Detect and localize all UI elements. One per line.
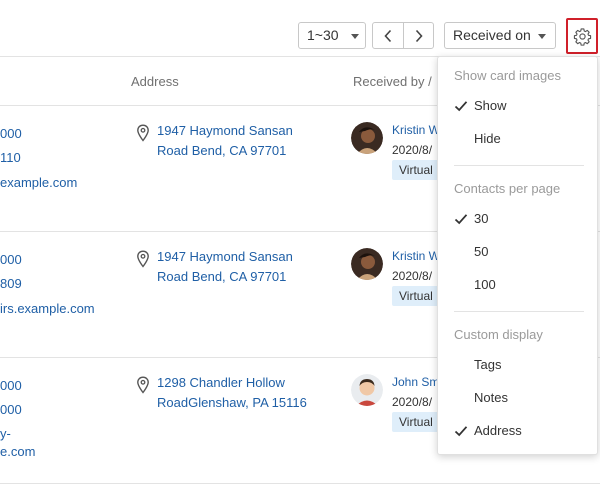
chevron-right-icon (415, 29, 423, 42)
email-link[interactable]: e.com (0, 444, 35, 459)
page-range-label: 1~30 (307, 27, 339, 43)
chevron-left-icon (384, 29, 392, 42)
phone-link[interactable]: 000 (0, 252, 22, 267)
phone-link[interactable]: 110 (0, 150, 21, 165)
menu-item-notes[interactable]: Notes (438, 386, 597, 414)
avatar (351, 374, 383, 406)
phone-link[interactable]: 809 (0, 276, 22, 291)
menu-item-50[interactable]: 50 (438, 240, 597, 268)
receiver-name-link[interactable]: Kristin W (392, 123, 440, 137)
received-date: 2020/8/ (392, 395, 433, 409)
pagination-nav (372, 22, 434, 49)
checkmark-icon (454, 214, 468, 225)
address-line[interactable]: 1298 Chandler Hollow (157, 373, 285, 393)
menu-item-show[interactable]: Show (438, 94, 597, 122)
previous-page-button[interactable] (373, 23, 403, 48)
menu-item-tags[interactable]: Tags (438, 353, 597, 381)
divider (0, 483, 600, 484)
settings-button[interactable] (566, 18, 598, 54)
menu-item-hide[interactable]: Hide (438, 127, 597, 155)
menu-item-label: Show (474, 98, 507, 113)
menu-item-label: Address (474, 423, 522, 438)
phone-link[interactable]: 000 (0, 126, 22, 141)
email-link[interactable]: example.com (0, 175, 77, 190)
menu-item-label: Hide (474, 131, 501, 146)
menu-item-100[interactable]: 100 (438, 273, 597, 301)
column-header-address[interactable]: Address (131, 74, 179, 89)
menu-section-contacts-per-page: Contacts per page (454, 181, 561, 196)
tag-badge: Virtual (392, 160, 440, 180)
tag-badge: Virtual (392, 286, 440, 306)
chevron-down-icon (538, 34, 546, 39)
sort-select[interactable]: Received on (444, 22, 556, 49)
menu-divider (454, 165, 584, 166)
avatar (351, 248, 383, 280)
map-pin-icon (137, 250, 149, 268)
menu-item-address[interactable]: Address (438, 419, 597, 447)
receiver-name-link[interactable]: Kristin W (392, 249, 440, 263)
display-settings-menu: Show card images Show Hide Contacts per … (437, 56, 598, 455)
page-range-select[interactable]: 1~30 (298, 22, 366, 49)
map-pin-icon (137, 376, 149, 394)
checkmark-icon (454, 426, 468, 437)
menu-section-card-images: Show card images (454, 68, 561, 83)
menu-item-label: 30 (474, 211, 489, 226)
address-line[interactable]: 1947 Haymond Sansan (157, 121, 293, 141)
menu-item-30[interactable]: 30 (438, 207, 597, 235)
menu-item-label: Tags (474, 357, 502, 372)
checkmark-icon (454, 101, 468, 112)
menu-item-label: 100 (474, 277, 496, 292)
chevron-down-icon (351, 34, 359, 39)
address-line[interactable]: Road Bend, CA 97701 (157, 267, 286, 287)
menu-item-label: 50 (474, 244, 489, 259)
next-page-button[interactable] (403, 23, 433, 48)
receiver-name-link[interactable]: John Sm (392, 375, 439, 389)
map-pin-icon (137, 124, 149, 142)
menu-divider (454, 311, 584, 312)
address-line[interactable]: Road Bend, CA 97701 (157, 141, 286, 161)
gear-icon (573, 27, 591, 46)
email-link[interactable]: irs.example.com (0, 301, 95, 316)
phone-link[interactable]: 000 (0, 378, 22, 393)
email-link[interactable]: y- (0, 426, 11, 441)
address-line[interactable]: RoadGlenshaw, PA 15116 (157, 393, 307, 413)
menu-item-label: Notes (474, 390, 508, 405)
column-header-received-by[interactable]: Received by / (353, 74, 432, 89)
address-line[interactable]: 1947 Haymond Sansan (157, 247, 293, 267)
received-date: 2020/8/ (392, 143, 433, 157)
menu-section-custom-display: Custom display (454, 327, 543, 342)
avatar (351, 122, 383, 154)
phone-link[interactable]: 000 (0, 402, 22, 417)
tag-badge: Virtual (392, 412, 440, 432)
sort-label: Received on (453, 27, 531, 43)
received-date: 2020/8/ (392, 269, 433, 283)
toolbar: 1~30 Received on (0, 0, 600, 56)
